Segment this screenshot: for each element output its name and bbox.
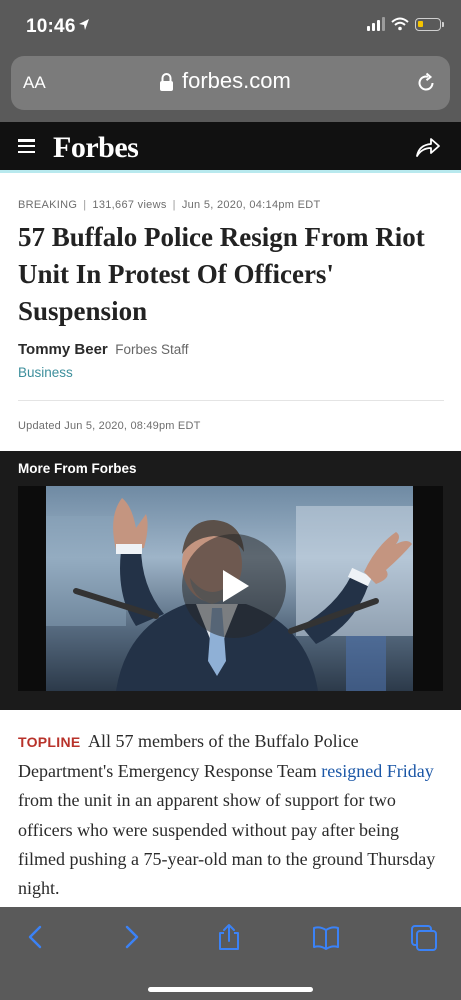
reload-icon[interactable] (415, 72, 437, 94)
article-body: TOPLINE All 57 members of the Buffalo Po… (18, 727, 448, 903)
home-indicator (148, 987, 313, 992)
menu-icon[interactable] (18, 139, 35, 153)
topline-label: TOPLINE (18, 734, 81, 750)
address-bar[interactable]: AA forbes.com (11, 56, 450, 110)
status-bar: 10:46 (0, 0, 461, 54)
share-arrow-icon[interactable] (415, 136, 441, 158)
author-name[interactable]: Tommy Beer (18, 341, 108, 358)
body-text-end: from the unit in an apparent show of sup… (18, 790, 436, 899)
cellular-signal-icon (367, 17, 385, 31)
divider (18, 400, 444, 401)
bookmarks-icon[interactable] (311, 923, 341, 951)
tabs-icon[interactable] (409, 923, 439, 951)
article-meta: BREAKING | 131,667 views | Jun 5, 2020, 04:1… (18, 199, 321, 211)
lock-icon (160, 73, 173, 91)
url-text[interactable]: forbes.com (182, 68, 291, 94)
text-size-button[interactable]: AA (23, 73, 46, 93)
video-player[interactable] (18, 486, 443, 691)
view-count: 131,667 views (92, 199, 167, 211)
category-link[interactable]: Business (18, 365, 73, 380)
status-indicators (367, 17, 444, 31)
wifi-icon (391, 17, 409, 31)
resigned-friday-link[interactable]: resigned Friday (321, 761, 433, 781)
share-icon[interactable] (214, 923, 244, 951)
battery-icon (415, 17, 444, 31)
publish-date: Jun 5, 2020, 04:14pm EDT (181, 199, 321, 211)
breaking-label: BREAKING (18, 199, 78, 211)
back-icon[interactable] (21, 923, 51, 951)
browser-url-area: AA forbes.com (0, 54, 461, 122)
byline: Tommy Beer Forbes Staff (18, 341, 189, 359)
forward-icon[interactable] (116, 923, 146, 951)
more-from-forbes-section: More From Forbes (0, 451, 461, 710)
status-time: 10:46 (26, 16, 76, 37)
author-role: Forbes Staff (115, 342, 189, 357)
play-button[interactable] (182, 534, 286, 638)
location-arrow-icon (79, 19, 89, 30)
section-title: More From Forbes (18, 461, 137, 476)
site-header: Forbes (0, 122, 461, 173)
article-headline: 57 Buffalo Police Resign From Riot Unit … (18, 222, 425, 326)
updated-date: Updated Jun 5, 2020, 08:49pm EDT (18, 420, 201, 432)
browser-toolbar (0, 907, 461, 1000)
play-icon (223, 570, 249, 602)
forbes-logo[interactable]: Forbes (53, 131, 139, 165)
